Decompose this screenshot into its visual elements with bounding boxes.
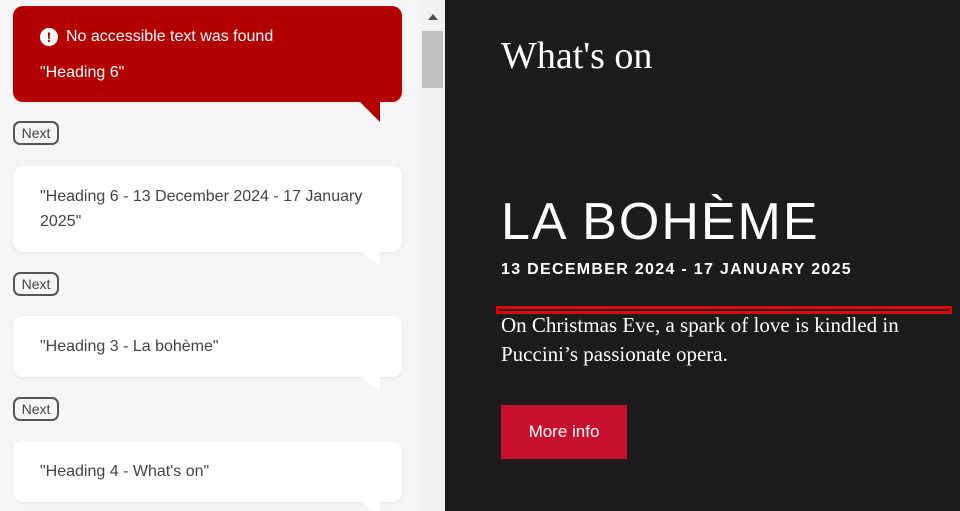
bubble-tail bbox=[358, 375, 380, 391]
scrollbar[interactable] bbox=[420, 0, 445, 511]
show-title: LA BOHÈME bbox=[501, 193, 820, 251]
next-button[interactable]: Next bbox=[13, 121, 59, 145]
more-info-button[interactable]: More info bbox=[501, 405, 627, 459]
error-bubble: ! No accessible text was found "Heading … bbox=[13, 6, 402, 122]
next-button[interactable]: Next bbox=[13, 272, 59, 296]
error-title: No accessible text was found bbox=[66, 28, 274, 45]
show-description: On Christmas Eve, a spark of love is kin… bbox=[501, 313, 899, 366]
bubble-text: "Heading 3 - La bohème" bbox=[40, 338, 219, 355]
speech-bubble-item: "Heading 6 - 13 December 2024 - 17 Janua… bbox=[13, 166, 402, 266]
alert-circle-icon: ! bbox=[40, 27, 58, 46]
scroll-up-arrow-icon[interactable] bbox=[428, 14, 438, 20]
bubble-text: "Heading 6 - 13 December 2024 - 17 Janua… bbox=[40, 188, 363, 230]
bubble-tail bbox=[358, 100, 380, 122]
bubble-tail bbox=[358, 500, 380, 511]
bubble-tail bbox=[358, 250, 380, 266]
next-button[interactable]: Next bbox=[13, 397, 59, 421]
scroll-thumb[interactable] bbox=[422, 31, 443, 88]
page-content: What's on LA BOHÈME 13 DECEMBER 2024 - 1… bbox=[445, 0, 960, 511]
speech-bubble-item: "Heading 4 - What's on" bbox=[13, 441, 402, 511]
speech-bubble-item: "Heading 3 - La bohème" bbox=[13, 316, 402, 391]
error-message: "Heading 6" bbox=[40, 64, 125, 81]
section-title: What's on bbox=[501, 35, 653, 77]
bubble-text: "Heading 4 - What's on" bbox=[40, 463, 210, 480]
error-title-row: ! No accessible text was found bbox=[40, 24, 273, 49]
screen-reader-panel: ! No accessible text was found "Heading … bbox=[0, 0, 420, 511]
show-dates: 13 DECEMBER 2024 - 17 JANUARY 2025 bbox=[501, 261, 853, 278]
